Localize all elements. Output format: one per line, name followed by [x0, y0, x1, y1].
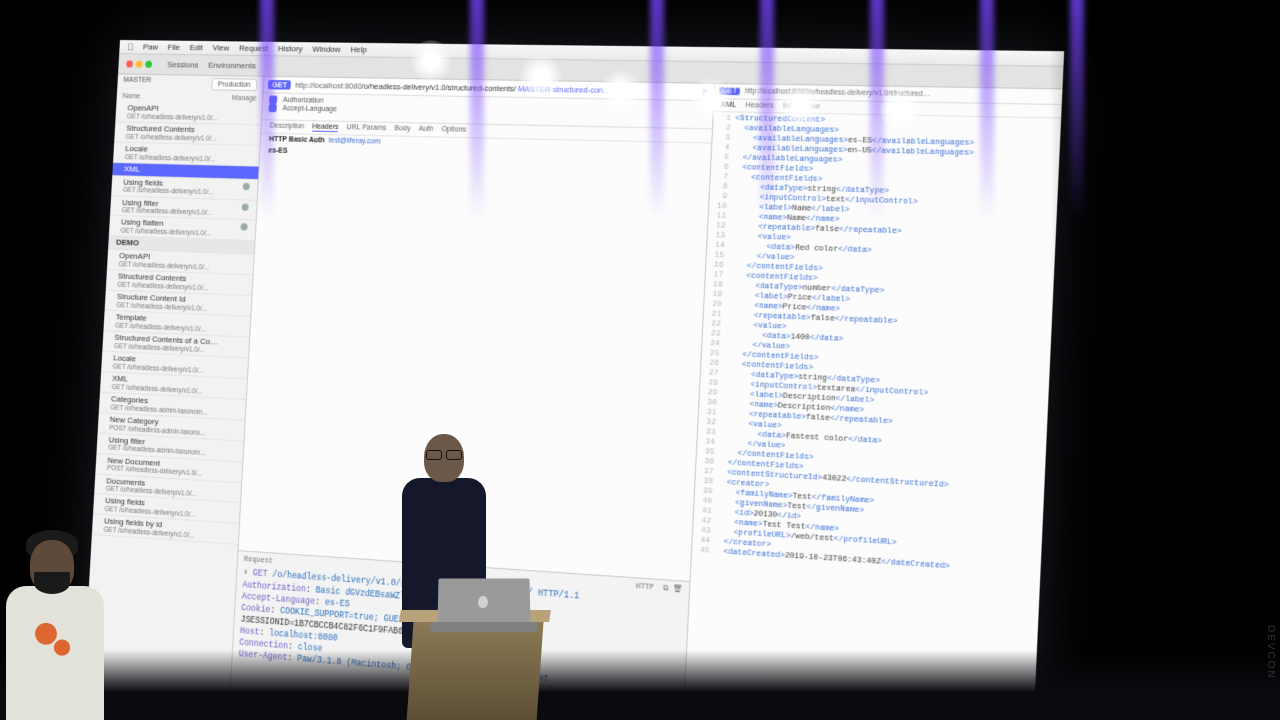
- tab-headers[interactable]: Headers: [312, 123, 339, 132]
- projected-screen:  Paw File Edit View Request History Win…: [82, 40, 1065, 720]
- vignette-right: [1050, 0, 1280, 720]
- toolbar-tab-environments[interactable]: Environments: [208, 61, 256, 71]
- tab-url-params[interactable]: URL Params: [346, 124, 386, 133]
- menu-request[interactable]: Request: [239, 43, 269, 53]
- http-method[interactable]: GET: [268, 80, 292, 90]
- podium: [380, 570, 570, 720]
- window-controls[interactable]: [126, 60, 152, 67]
- tab-auth[interactable]: Auth: [418, 126, 433, 135]
- audience-person: [0, 500, 110, 720]
- minimize-icon[interactable]: [136, 61, 143, 68]
- rtab-raw[interactable]: Raw: [804, 103, 820, 111]
- response-method: GET: [719, 87, 740, 95]
- send-button[interactable]: ▶: [703, 87, 710, 97]
- tab-description[interactable]: Description: [269, 122, 304, 131]
- menu-history[interactable]: History: [278, 44, 303, 54]
- response-url: http://localhost:8080/o/headless-deliver…: [744, 88, 930, 99]
- tab-body[interactable]: Body: [394, 125, 411, 134]
- stage-floor: [0, 650, 1280, 720]
- menu-edit[interactable]: Edit: [189, 43, 203, 52]
- env-selector[interactable]: Production: [211, 78, 258, 91]
- apple-logo-icon: [478, 596, 488, 608]
- menu-view[interactable]: View: [212, 43, 229, 52]
- zoom-icon[interactable]: [145, 61, 152, 68]
- sidebar-manage-link[interactable]: Manage: [232, 95, 257, 103]
- response-body-xml[interactable]: 1<StructuredContent>2 <availableLanguage…: [681, 112, 1061, 720]
- menu-help[interactable]: Help: [350, 45, 367, 55]
- toolbar-tab-sessions[interactable]: Sessions: [167, 60, 199, 70]
- exchange-label: Request: [244, 556, 274, 568]
- presenter-laptop: [430, 578, 538, 634]
- rtab-headers[interactable]: Headers: [745, 102, 774, 110]
- header-name-auth[interactable]: Authorization: [283, 96, 324, 104]
- exchange-proto-badge: HTTP: [636, 583, 654, 593]
- apple-menu-icon[interactable]: : [127, 42, 134, 52]
- menu-window[interactable]: Window: [312, 44, 341, 54]
- response-pane: GET http://localhost:8080/o/headless-del…: [681, 84, 1062, 720]
- tab-options[interactable]: Options: [441, 126, 466, 135]
- sidebar-col-name: Name: [122, 93, 140, 100]
- header-name-accept-language[interactable]: Accept-Language: [282, 105, 337, 113]
- rtab-xml[interactable]: XML: [721, 101, 737, 109]
- header-enabled-checkbox[interactable]: [269, 104, 277, 112]
- close-icon[interactable]: [126, 60, 133, 67]
- menu-file[interactable]: File: [167, 43, 180, 52]
- branch-label: MASTER: [123, 77, 151, 90]
- menu-paw[interactable]: Paw: [143, 42, 158, 51]
- header-enabled-checkbox[interactable]: [269, 95, 277, 103]
- rtab-info[interactable]: Info: [782, 102, 795, 110]
- event-label: DEVCON: [1265, 625, 1276, 680]
